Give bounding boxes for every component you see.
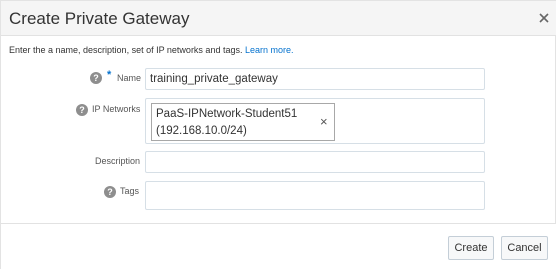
required-marker: * [107,69,112,81]
description-label: Description [95,156,141,166]
ip-networks-label: IP Networks [92,104,141,114]
ip-network-name: PaaS-IPNetwork-Student51 [156,108,298,120]
remove-chip-icon[interactable]: × [320,115,328,128]
ip-networks-field[interactable]: PaaS-IPNetwork-Student51 (192.168.10.0/2… [145,98,485,144]
tags-help-icon[interactable]: ? [104,186,116,198]
tags-label: Tags [120,186,140,196]
create-private-gateway-dialog: Create Private Gateway Enter the a name,… [0,0,556,269]
create-button[interactable]: Create [448,236,494,260]
description-field[interactable] [145,151,485,173]
ip-network-cidr: (192.168.10.0/24) [156,125,247,137]
dialog-title: Create Private Gateway [9,9,190,28]
name-label: Name [117,73,142,83]
tags-field[interactable] [145,181,485,210]
intro-text: Enter the a name, description, set of IP… [9,45,294,55]
dialog-header: Create Private Gateway [1,1,556,36]
intro-description: Enter the a name, description, set of IP… [9,45,243,55]
learn-more-link[interactable]: Learn more. [245,45,294,55]
ip-networks-help-icon[interactable]: ? [76,104,88,116]
name-help-icon[interactable]: ? [90,72,102,84]
close-icon[interactable] [537,11,551,25]
name-value: training_private_gateway [150,73,278,85]
cancel-button[interactable]: Cancel [501,236,548,260]
dialog-footer: Create Cancel [1,223,556,269]
ip-network-chip: PaaS-IPNetwork-Student51 (192.168.10.0/2… [151,103,335,141]
name-field[interactable]: training_private_gateway [145,68,485,90]
